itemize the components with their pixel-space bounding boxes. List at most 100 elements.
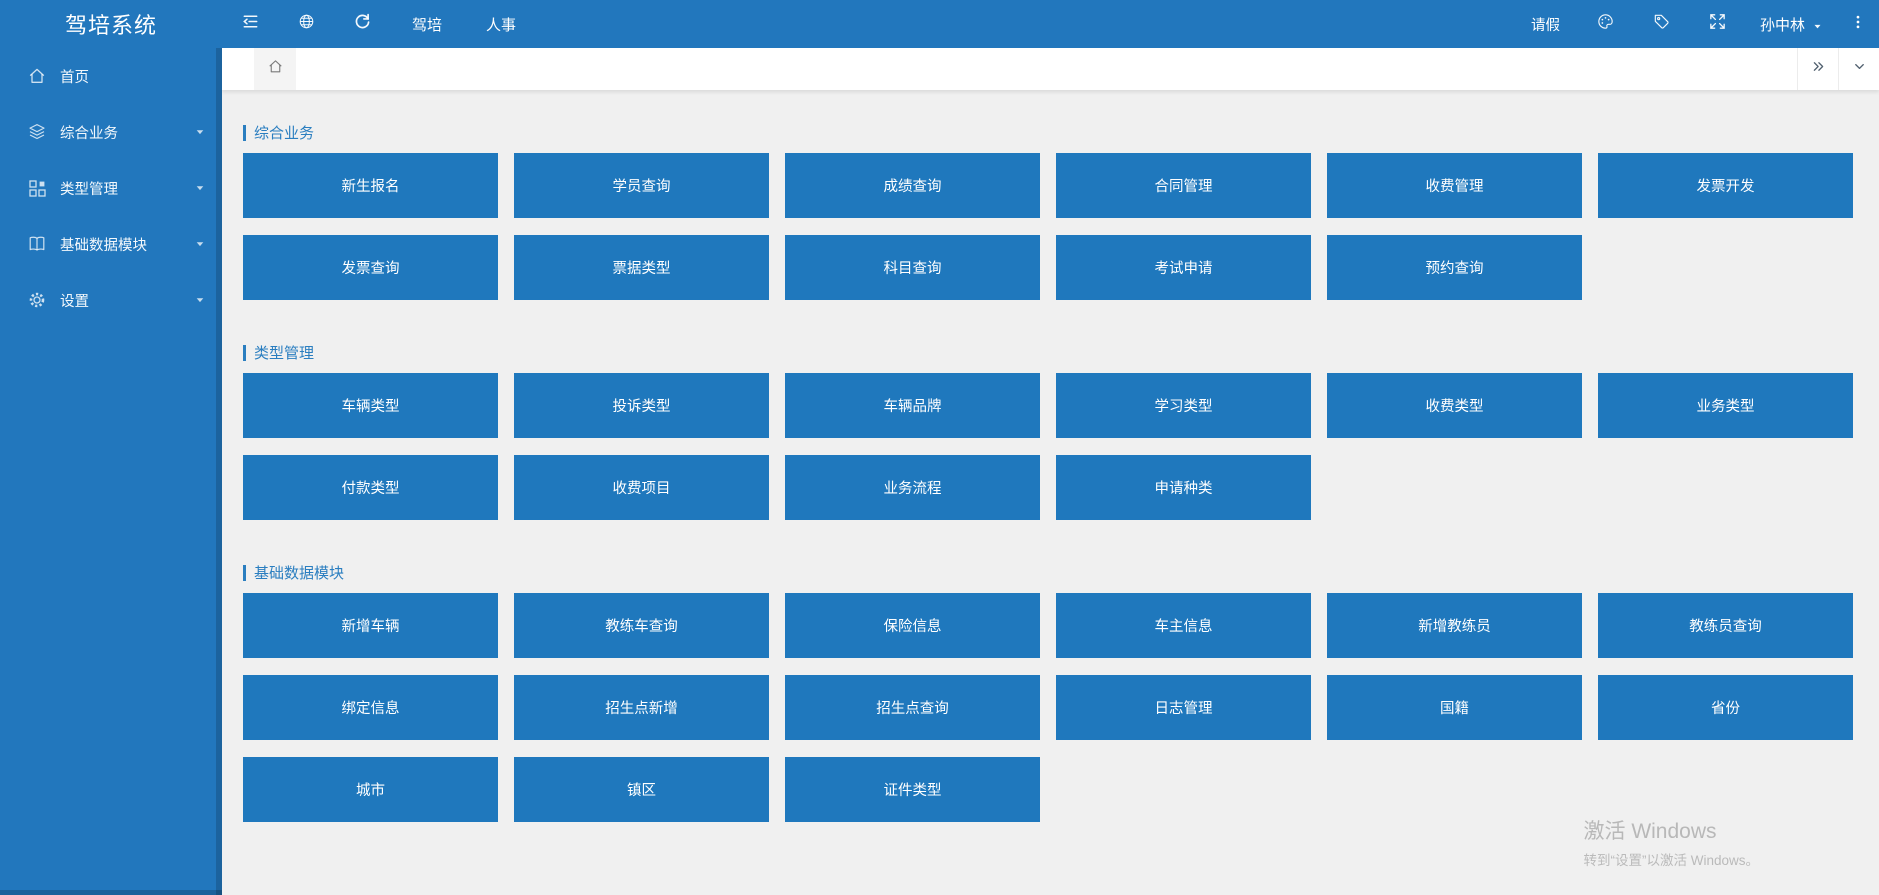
module-button[interactable]: 科目查询 (785, 235, 1040, 300)
topbar-left-icons (222, 0, 390, 48)
module-button[interactable]: 车辆品牌 (785, 373, 1040, 438)
module-button[interactable]: 业务流程 (785, 455, 1040, 520)
module-button[interactable]: 收费管理 (1327, 153, 1582, 218)
module-button[interactable]: 申请种类 (1056, 455, 1311, 520)
module-button[interactable]: 付款类型 (243, 455, 498, 520)
module-grid: 新生报名学员查询成绩查询合同管理收费管理发票开发发票查询票据类型科目查询考试申请… (243, 153, 1879, 300)
tag-button[interactable] (1634, 0, 1690, 48)
sidebar-item-home[interactable]: 首页 (0, 48, 222, 104)
topbar-tabs: 驾培人事 (390, 0, 538, 48)
module-button[interactable]: 成绩查询 (785, 153, 1040, 218)
caret-down-icon (194, 182, 206, 194)
module-button[interactable]: 镇区 (514, 757, 769, 822)
caret-down-icon (194, 294, 206, 306)
chevron-down-icon (1852, 59, 1867, 79)
sidebar-item-type-manage[interactable]: 类型管理 (0, 160, 222, 216)
section-title: 类型管理 (243, 344, 1879, 361)
module-button[interactable]: 收费类型 (1327, 373, 1582, 438)
section-accent-bar (243, 565, 246, 581)
module-button[interactable]: 招生点新增 (514, 675, 769, 740)
section-accent-bar (243, 345, 246, 361)
sidebar-item-business[interactable]: 综合业务 (0, 104, 222, 160)
tab-bar (222, 48, 1879, 90)
blocks-icon (27, 178, 47, 198)
palette-icon (1596, 12, 1615, 36)
section-title: 基础数据模块 (243, 564, 1879, 581)
section-business: 综合业务新生报名学员查询成绩查询合同管理收费管理发票开发发票查询票据类型科目查询… (243, 124, 1879, 300)
section-type-manage: 类型管理车辆类型投诉类型车辆品牌学习类型收费类型业务类型付款类型收费项目业务流程… (243, 344, 1879, 520)
refresh-button[interactable] (334, 0, 390, 48)
module-button[interactable]: 保险信息 (785, 593, 1040, 658)
app-logo: 驾培系统 (0, 0, 222, 48)
book-icon (27, 234, 47, 254)
module-button[interactable]: 预约查询 (1327, 235, 1582, 300)
more-menu-button[interactable] (1837, 0, 1879, 48)
content: 综合业务新生报名学员查询成绩查询合同管理收费管理发票开发发票查询票据类型科目查询… (222, 90, 1879, 895)
sidebar: 首页综合业务类型管理基础数据模块设置 (0, 48, 222, 895)
module-button[interactable]: 考试申请 (1056, 235, 1311, 300)
module-button[interactable]: 招生点查询 (785, 675, 1040, 740)
home-tab[interactable] (254, 48, 296, 90)
refresh-icon (353, 12, 372, 36)
user-name: 孙中林 (1760, 14, 1805, 35)
module-button[interactable]: 教练员查询 (1598, 593, 1853, 658)
sidebar-nav: 首页综合业务类型管理基础数据模块设置 (0, 48, 222, 328)
module-button[interactable]: 新生报名 (243, 153, 498, 218)
module-button[interactable]: 车主信息 (1056, 593, 1311, 658)
chevrons-right-button[interactable] (1797, 48, 1838, 90)
topbar-tab-jiapei[interactable]: 驾培 (390, 0, 464, 48)
section-title-label: 类型管理 (254, 342, 314, 363)
module-button[interactable]: 合同管理 (1056, 153, 1311, 218)
chevron-down-button[interactable] (1838, 48, 1879, 90)
gear-icon (27, 290, 47, 310)
user-menu[interactable]: 孙中林 (1746, 0, 1837, 48)
sidebar-item-label: 综合业务 (60, 122, 118, 143)
module-button[interactable]: 国籍 (1327, 675, 1582, 740)
module-button[interactable]: 投诉类型 (514, 373, 769, 438)
section-title: 综合业务 (243, 124, 1879, 141)
fullscreen-button[interactable] (1690, 0, 1746, 48)
module-button[interactable]: 日志管理 (1056, 675, 1311, 740)
module-button[interactable]: 收费项目 (514, 455, 769, 520)
app-window: 驾培系统 驾培人事 请假 孙中林 首页综合业务类型管理基础数据模块设置 综合业务… (0, 0, 1879, 895)
module-button[interactable]: 发票开发 (1598, 153, 1853, 218)
sidebar-item-base-data[interactable]: 基础数据模块 (0, 216, 222, 272)
topbar: 驾培系统 驾培人事 请假 孙中林 (0, 0, 1879, 48)
fullscreen-icon (1708, 12, 1727, 36)
menu-fold-button[interactable] (222, 0, 278, 48)
menu-fold-icon (241, 12, 260, 36)
globe-icon (297, 12, 316, 36)
sidebar-item-label: 基础数据模块 (60, 234, 147, 255)
module-button[interactable]: 省份 (1598, 675, 1853, 740)
module-button[interactable]: 学习类型 (1056, 373, 1311, 438)
section-accent-bar (243, 125, 246, 141)
module-button[interactable]: 发票查询 (243, 235, 498, 300)
topbar-tab-renshi[interactable]: 人事 (464, 0, 538, 48)
sidebar-item-settings[interactable]: 设置 (0, 272, 222, 328)
chevrons-right-icon (1811, 59, 1826, 79)
leave-button[interactable]: 请假 (1513, 0, 1578, 48)
globe-button[interactable] (278, 0, 334, 48)
module-button[interactable]: 证件类型 (785, 757, 1040, 822)
caret-down-icon (194, 238, 206, 250)
sidebar-item-label: 类型管理 (60, 178, 118, 199)
module-button[interactable]: 票据类型 (514, 235, 769, 300)
module-grid: 新增车辆教练车查询保险信息车主信息新增教练员教练员查询绑定信息招生点新增招生点查… (243, 593, 1879, 822)
home-icon (27, 66, 47, 86)
layers-icon (27, 122, 47, 142)
module-grid: 车辆类型投诉类型车辆品牌学习类型收费类型业务类型付款类型收费项目业务流程申请种类 (243, 373, 1879, 520)
module-button[interactable]: 新增车辆 (243, 593, 498, 658)
palette-button[interactable] (1578, 0, 1634, 48)
module-button[interactable]: 新增教练员 (1327, 593, 1582, 658)
module-button[interactable]: 城市 (243, 757, 498, 822)
tab-bar-actions (1797, 48, 1879, 90)
module-button[interactable]: 业务类型 (1598, 373, 1853, 438)
module-button[interactable]: 绑定信息 (243, 675, 498, 740)
topbar-right-icons (1578, 0, 1746, 48)
module-button[interactable]: 学员查询 (514, 153, 769, 218)
dots-vertical-icon (1849, 13, 1867, 36)
tag-icon (1652, 12, 1671, 36)
module-button[interactable]: 车辆类型 (243, 373, 498, 438)
sidebar-item-label: 首页 (60, 66, 89, 87)
module-button[interactable]: 教练车查询 (514, 593, 769, 658)
